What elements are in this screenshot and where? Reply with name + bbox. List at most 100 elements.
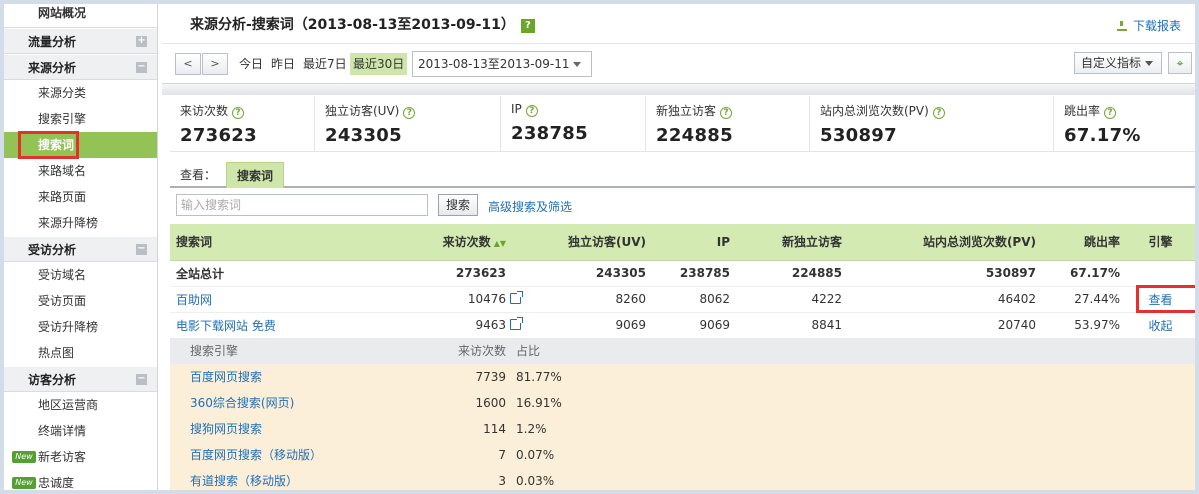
custom-metrics-button[interactable]: 自定义指标 bbox=[1074, 52, 1162, 74]
metric-value: 530897 bbox=[820, 125, 897, 146]
sidebar-item-source-ranking[interactable]: 来源升降榜 bbox=[4, 210, 157, 236]
range-last30[interactable]: 最近30日 bbox=[350, 53, 408, 75]
range-today[interactable]: 今日 bbox=[236, 53, 266, 75]
column-header[interactable]: 独立访客(UV) bbox=[512, 224, 652, 261]
sort-icon: ▲▼ bbox=[493, 239, 506, 249]
title-bar: 来源分析-搜索词（2013-08-13至2013-09-11）? 下载报表 bbox=[162, 4, 1195, 44]
metric-value: 243305 bbox=[325, 125, 402, 146]
date-toolbar: < > 今日 昨日 最近7日 最近30日 2013-08-13至2013-09-… bbox=[172, 50, 1192, 80]
sidebar: 网站概况 流量分析 + 来源分析 − 来源分类 搜索引擎 搜索词 来路域名 来路… bbox=[4, 4, 158, 490]
sidebar-item-region-isp[interactable]: 地区运营商 bbox=[4, 392, 157, 418]
sub-table-row: 百度网页搜索（移动版） 7 0.07% bbox=[170, 442, 1195, 468]
sidebar-item-new-returning[interactable]: New 新老访客 bbox=[4, 444, 157, 470]
table-row-total: 全站总计 273623 243305 238785 224885 530897 … bbox=[170, 260, 1195, 287]
sidebar-group-visitor[interactable]: 访客分析 − bbox=[4, 366, 157, 392]
sidebar-item-search-keyword[interactable]: 搜索词 bbox=[4, 131, 157, 159]
sidebar-item-search-engine[interactable]: 搜索引擎 bbox=[4, 106, 157, 132]
range-last7[interactable]: 最近7日 bbox=[300, 53, 350, 75]
engine-link[interactable]: 搜狗网页搜索 bbox=[190, 416, 262, 442]
column-header[interactable]: IP bbox=[652, 224, 736, 261]
help-icon[interactable]: ? bbox=[932, 107, 945, 119]
engine-link[interactable]: 百度网页搜索（移动版） bbox=[190, 442, 322, 468]
metrics-summary: 来访次数? 273623 独立访客(UV)? 243305 IP? 238785… bbox=[170, 96, 1195, 152]
metric-pv: 站内总浏览次数(PV)? 530897 bbox=[810, 96, 1054, 152]
help-icon[interactable]: ? bbox=[520, 19, 535, 33]
metric-value: 224885 bbox=[656, 125, 733, 146]
sidebar-item-overview[interactable]: 网站概况 bbox=[4, 4, 157, 28]
sidebar-item-source-category[interactable]: 来源分类 bbox=[4, 80, 157, 106]
sidebar-item-referrer-page[interactable]: 来路页面 bbox=[4, 184, 157, 210]
sidebar-item-loyalty[interactable]: New 忠诚度 bbox=[4, 470, 157, 490]
sidebar-item-visited-domain[interactable]: 受访域名 bbox=[4, 262, 157, 288]
help-icon[interactable]: ? bbox=[403, 107, 416, 119]
sidebar-group-label: 流量分析 bbox=[28, 35, 77, 49]
help-icon[interactable]: ? bbox=[720, 107, 733, 119]
advanced-search-link[interactable]: 高级搜索及筛选 bbox=[488, 198, 572, 215]
metric-ip: IP? 238785 bbox=[501, 96, 646, 152]
sub-table-row: 百度网页搜索 7739 81.77% bbox=[170, 364, 1195, 390]
metric-uv: 独立访客(UV)? 243305 bbox=[315, 96, 501, 152]
help-icon[interactable]: ? bbox=[1104, 107, 1117, 119]
metric-value: 67.17% bbox=[1064, 125, 1141, 146]
help-icon[interactable]: ? bbox=[525, 105, 538, 117]
app-frame: 网站概况 流量分析 + 来源分析 − 来源分类 搜索引擎 搜索词 来路域名 来路… bbox=[0, 0, 1199, 494]
expand-icon[interactable]: + bbox=[136, 36, 147, 47]
sub-table-row: 360综合搜索(网页) 1600 16.91% bbox=[170, 390, 1195, 416]
highlight-box bbox=[18, 131, 79, 159]
collapse-icon[interactable]: − bbox=[136, 244, 147, 255]
sub-table-row: 搜狗网页搜索 114 1.2% bbox=[170, 416, 1195, 442]
sidebar-group-label: 访客分析 bbox=[28, 373, 77, 387]
keyword-table: 搜索词 来访次数 ▲▼ 独立访客(UV) IP 新独立访客 站内总浏览次数(PV)… bbox=[170, 224, 1195, 339]
sidebar-group-label: 来源分析 bbox=[28, 61, 77, 75]
metric-visits: 来访次数? 273623 bbox=[170, 96, 315, 152]
sidebar-item-referrer-domain[interactable]: 来路域名 bbox=[4, 158, 157, 184]
sidebar-item-heatmap[interactable]: 热点图 bbox=[4, 340, 157, 366]
page-title: 来源分析-搜索词（2013-08-13至2013-09-11）? bbox=[190, 14, 535, 34]
pin-button[interactable]: ⌖ bbox=[1168, 52, 1192, 74]
sub-table-header: 搜索引擎 来访次数 占比 bbox=[170, 338, 1195, 364]
metric-new-uv: 新独立访客? 224885 bbox=[646, 96, 810, 152]
engine-link[interactable]: 百度网页搜索 bbox=[190, 364, 262, 390]
external-link-icon[interactable] bbox=[510, 316, 523, 330]
sidebar-item-label: 忠诚度 bbox=[38, 476, 75, 490]
collapse-icon[interactable]: − bbox=[136, 374, 147, 385]
column-header[interactable]: 跳出率 bbox=[1042, 224, 1126, 261]
metric-value: 273623 bbox=[180, 125, 257, 146]
pin-icon: ⌖ bbox=[1176, 56, 1184, 70]
sidebar-item-visited-ranking[interactable]: 受访升降榜 bbox=[4, 314, 157, 340]
range-yesterday[interactable]: 昨日 bbox=[268, 53, 298, 75]
sidebar-item-device-detail[interactable]: 终端详情 bbox=[4, 418, 157, 444]
column-header[interactable]: 站内总浏览次数(PV) bbox=[848, 224, 1042, 261]
engine-link[interactable]: 有道搜索（移动版） bbox=[190, 468, 298, 490]
sidebar-group-traffic[interactable]: 流量分析 + bbox=[4, 28, 157, 54]
search-input[interactable]: 输入搜索词 bbox=[176, 194, 428, 216]
column-header: 搜索词 bbox=[170, 224, 360, 261]
engine-breakdown: 搜索引擎 来访次数 占比 百度网页搜索 7739 81.77% 360综合搜索(… bbox=[170, 338, 1195, 490]
column-header: 引擎 bbox=[1126, 224, 1195, 261]
sidebar-group-label: 受访分析 bbox=[28, 243, 77, 257]
sidebar-item-label: 新老访客 bbox=[38, 450, 87, 464]
metric-bounce: 跳出率? 67.17% bbox=[1054, 96, 1195, 152]
search-button[interactable]: 搜索 bbox=[438, 194, 478, 216]
sidebar-group-visited[interactable]: 受访分析 − bbox=[4, 236, 157, 262]
table-header: 搜索词 来访次数 ▲▼ 独立访客(UV) IP 新独立访客 站内总浏览次数(PV)… bbox=[170, 224, 1195, 261]
collapse-engines-link[interactable]: 收起 bbox=[1148, 319, 1172, 333]
download-icon bbox=[1116, 21, 1127, 31]
help-icon[interactable]: ? bbox=[232, 107, 245, 119]
engine-link[interactable]: 360综合搜索(网页) bbox=[190, 390, 294, 416]
next-period-button[interactable]: > bbox=[202, 53, 228, 75]
tab-search-keyword[interactable]: 搜索词 bbox=[226, 162, 285, 188]
external-link-icon[interactable] bbox=[510, 290, 523, 304]
collapse-icon[interactable]: − bbox=[136, 62, 147, 73]
sidebar-item-visited-page[interactable]: 受访页面 bbox=[4, 288, 157, 314]
column-header[interactable]: 新独立访客 bbox=[736, 224, 848, 261]
keyword-link[interactable]: 电影下载网站 免费 bbox=[176, 319, 276, 333]
download-report-link[interactable]: 下载报表 bbox=[1116, 17, 1181, 34]
date-range-select[interactable]: 2013-08-13至2013-09-11 bbox=[412, 51, 592, 77]
keyword-link[interactable]: 百助网 bbox=[176, 293, 212, 307]
sidebar-group-source[interactable]: 来源分析 − bbox=[4, 54, 157, 80]
table-row: 电影下载网站 免费 9463 9069 9069 8841 20740 53.9… bbox=[170, 312, 1195, 339]
metric-value: 238785 bbox=[511, 123, 588, 144]
column-header-sortable[interactable]: 来访次数 ▲▼ bbox=[360, 224, 512, 261]
prev-period-button[interactable]: < bbox=[175, 53, 201, 75]
